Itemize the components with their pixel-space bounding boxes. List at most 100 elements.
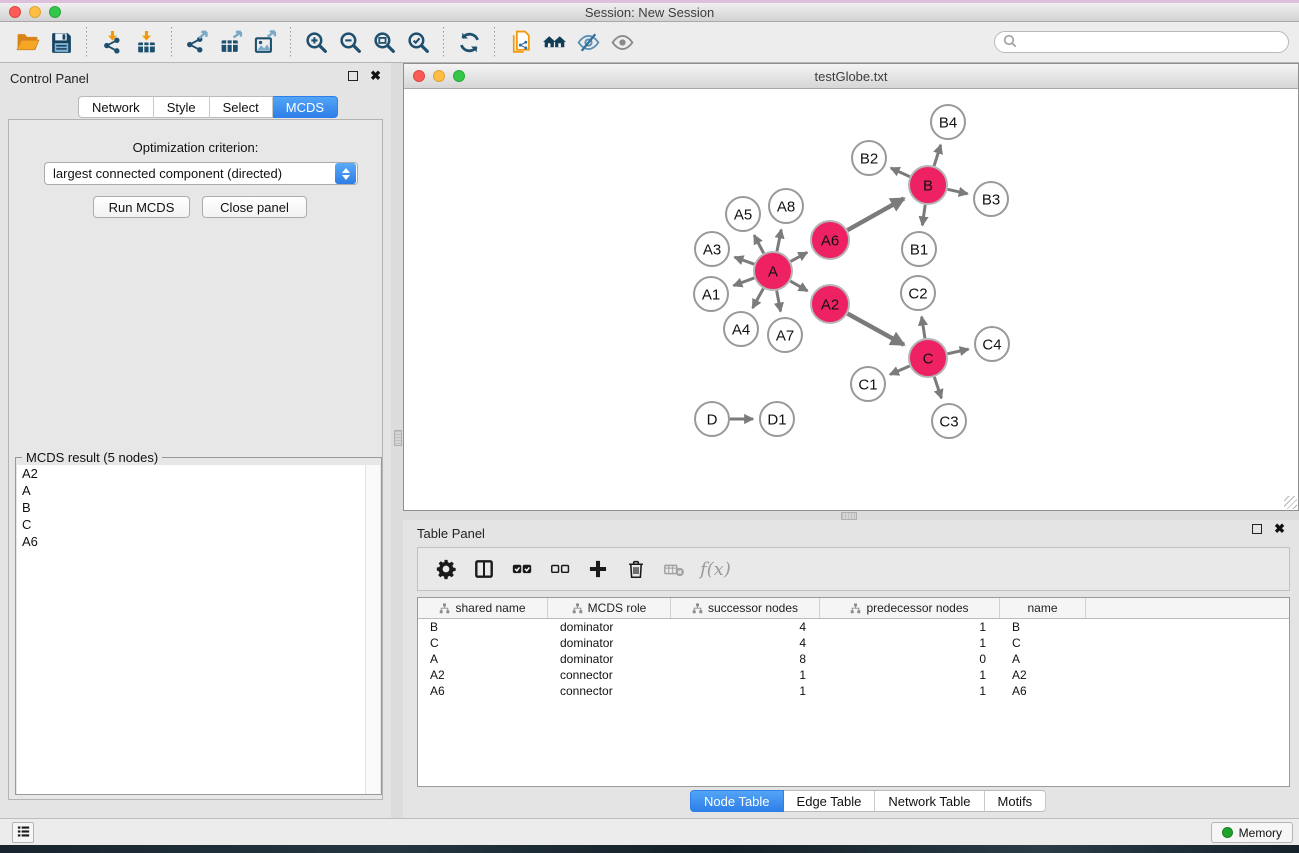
edge-B-B3[interactable] <box>948 189 968 193</box>
cell-shared-name[interactable]: A <box>418 652 548 666</box>
search-input[interactable] <box>1021 35 1280 49</box>
cell-name[interactable]: A2 <box>1000 668 1086 682</box>
memory-button[interactable]: Memory <box>1211 822 1293 843</box>
edge-B-B2[interactable] <box>891 168 910 177</box>
close-panel-icon[interactable]: ✖ <box>370 71 381 81</box>
edge-A-A7[interactable] <box>777 291 781 312</box>
graph-node-B2[interactable]: B2 <box>852 141 886 175</box>
export-network-button[interactable] <box>180 25 214 59</box>
graph-node-C3[interactable]: C3 <box>932 404 966 438</box>
column-header-successor-nodes[interactable]: successor nodes <box>671 598 820 618</box>
network-minimize-button[interactable] <box>433 70 445 82</box>
edge-A-A4[interactable] <box>753 289 764 308</box>
delete-column-button[interactable] <box>620 553 652 585</box>
edge-A-A6[interactable] <box>791 252 808 261</box>
zoom-in-button[interactable] <box>299 25 333 59</box>
horizontal-split-divider[interactable] <box>841 512 857 520</box>
close-panel-button[interactable]: Close panel <box>202 196 307 218</box>
edge-C-C2[interactable] <box>922 317 925 339</box>
edge-C-C3[interactable] <box>934 377 941 398</box>
cell-shared-name[interactable]: A2 <box>418 668 548 682</box>
table-row[interactable]: Cdominator41C <box>418 635 1289 651</box>
graph-node-B4[interactable]: B4 <box>931 105 965 139</box>
cell-predecessor-nodes[interactable]: 1 <box>820 620 1000 634</box>
table-row[interactable]: A6connector11A6 <box>418 683 1289 699</box>
cell-MCDS-role[interactable]: dominator <box>548 652 671 666</box>
cell-predecessor-nodes[interactable]: 1 <box>820 636 1000 650</box>
graph-node-D1[interactable]: D1 <box>760 402 794 436</box>
cell-shared-name[interactable]: B <box>418 620 548 634</box>
zoom-out-button[interactable] <box>333 25 367 59</box>
add-column-button[interactable] <box>582 553 614 585</box>
edge-B-B1[interactable] <box>922 205 925 225</box>
float-table-panel-icon[interactable] <box>1252 524 1262 534</box>
graph-node-A4[interactable]: A4 <box>724 312 758 346</box>
export-image-button[interactable] <box>248 25 282 59</box>
edge-A2-C[interactable] <box>848 314 904 345</box>
cell-successor-nodes[interactable]: 8 <box>671 652 820 666</box>
minimize-window-button[interactable] <box>29 6 41 18</box>
function-builder-button[interactable]: f(x) <box>696 559 731 580</box>
edge-A6-B[interactable] <box>847 198 904 230</box>
tab-node-table[interactable]: Node Table <box>690 790 784 812</box>
first-neighbors-button[interactable] <box>537 25 571 59</box>
graph-node-A2[interactable]: A2 <box>811 285 849 323</box>
show-all-button[interactable] <box>605 25 639 59</box>
cell-predecessor-nodes[interactable]: 1 <box>820 668 1000 682</box>
table-row[interactable]: Bdominator41B <box>418 619 1289 635</box>
edge-A-A1[interactable] <box>734 278 755 286</box>
window-resize-grip[interactable] <box>1284 496 1297 509</box>
cell-name[interactable]: A <box>1000 652 1086 666</box>
open-file-button[interactable] <box>10 25 44 59</box>
table-row[interactable]: A2connector11A2 <box>418 667 1289 683</box>
column-header-predecessor-nodes[interactable]: predecessor nodes <box>820 598 1000 618</box>
cell-MCDS-role[interactable]: connector <box>548 684 671 698</box>
edge-C-C1[interactable] <box>890 366 910 375</box>
zoom-fit-button[interactable] <box>367 25 401 59</box>
run-mcds-button[interactable]: Run MCDS <box>93 196 190 218</box>
column-header-MCDS-role[interactable]: MCDS role <box>548 598 671 618</box>
tab-mcds[interactable]: MCDS <box>273 96 338 118</box>
table-settings-gear-button[interactable] <box>430 553 462 585</box>
tab-motifs[interactable]: Motifs <box>985 790 1047 812</box>
tab-network-table[interactable]: Network Table <box>875 790 984 812</box>
cell-shared-name[interactable]: C <box>418 636 548 650</box>
edge-C-C4[interactable] <box>948 349 969 354</box>
graph-node-A8[interactable]: A8 <box>769 189 803 223</box>
cell-name[interactable]: A6 <box>1000 684 1086 698</box>
cell-name[interactable]: B <box>1000 620 1086 634</box>
import-table-button[interactable] <box>129 25 163 59</box>
cell-successor-nodes[interactable]: 4 <box>671 620 820 634</box>
network-zoom-button[interactable] <box>453 70 465 82</box>
graph-node-A6[interactable]: A6 <box>811 221 849 259</box>
hide-selected-button[interactable] <box>571 25 605 59</box>
edge-A-A2[interactable] <box>790 281 807 291</box>
tab-network[interactable]: Network <box>78 96 154 118</box>
task-history-button[interactable] <box>12 822 34 843</box>
save-session-button[interactable] <box>44 25 78 59</box>
zoom-window-button[interactable] <box>49 6 61 18</box>
graph-node-A[interactable]: A <box>754 252 792 290</box>
cell-successor-nodes[interactable]: 1 <box>671 684 820 698</box>
mcds-result-item[interactable]: A6 <box>17 533 366 550</box>
cell-successor-nodes[interactable]: 4 <box>671 636 820 650</box>
mcds-result-list[interactable]: A2ABCA6 <box>17 465 366 794</box>
refresh-layout-button[interactable] <box>452 25 486 59</box>
close-window-button[interactable] <box>9 6 21 18</box>
cell-name[interactable]: C <box>1000 636 1086 650</box>
mcds-result-item[interactable]: A2 <box>17 465 366 482</box>
column-header-shared-name[interactable]: shared name <box>418 598 548 618</box>
edge-A-A3[interactable] <box>735 257 755 264</box>
select-all-rows-button[interactable] <box>506 553 538 585</box>
cell-predecessor-nodes[interactable]: 0 <box>820 652 1000 666</box>
vertical-split-divider[interactable] <box>394 430 402 446</box>
edge-A-A5[interactable] <box>754 235 764 253</box>
network-close-button[interactable] <box>413 70 425 82</box>
new-network-from-selection-button[interactable] <box>503 25 537 59</box>
cell-predecessor-nodes[interactable]: 1 <box>820 684 1000 698</box>
table-row[interactable]: Adominator80A <box>418 651 1289 667</box>
mcds-list-scrollbar[interactable] <box>365 465 380 794</box>
cell-MCDS-role[interactable]: dominator <box>548 620 671 634</box>
tab-edge-table[interactable]: Edge Table <box>784 790 876 812</box>
graph-node-C2[interactable]: C2 <box>901 276 935 310</box>
